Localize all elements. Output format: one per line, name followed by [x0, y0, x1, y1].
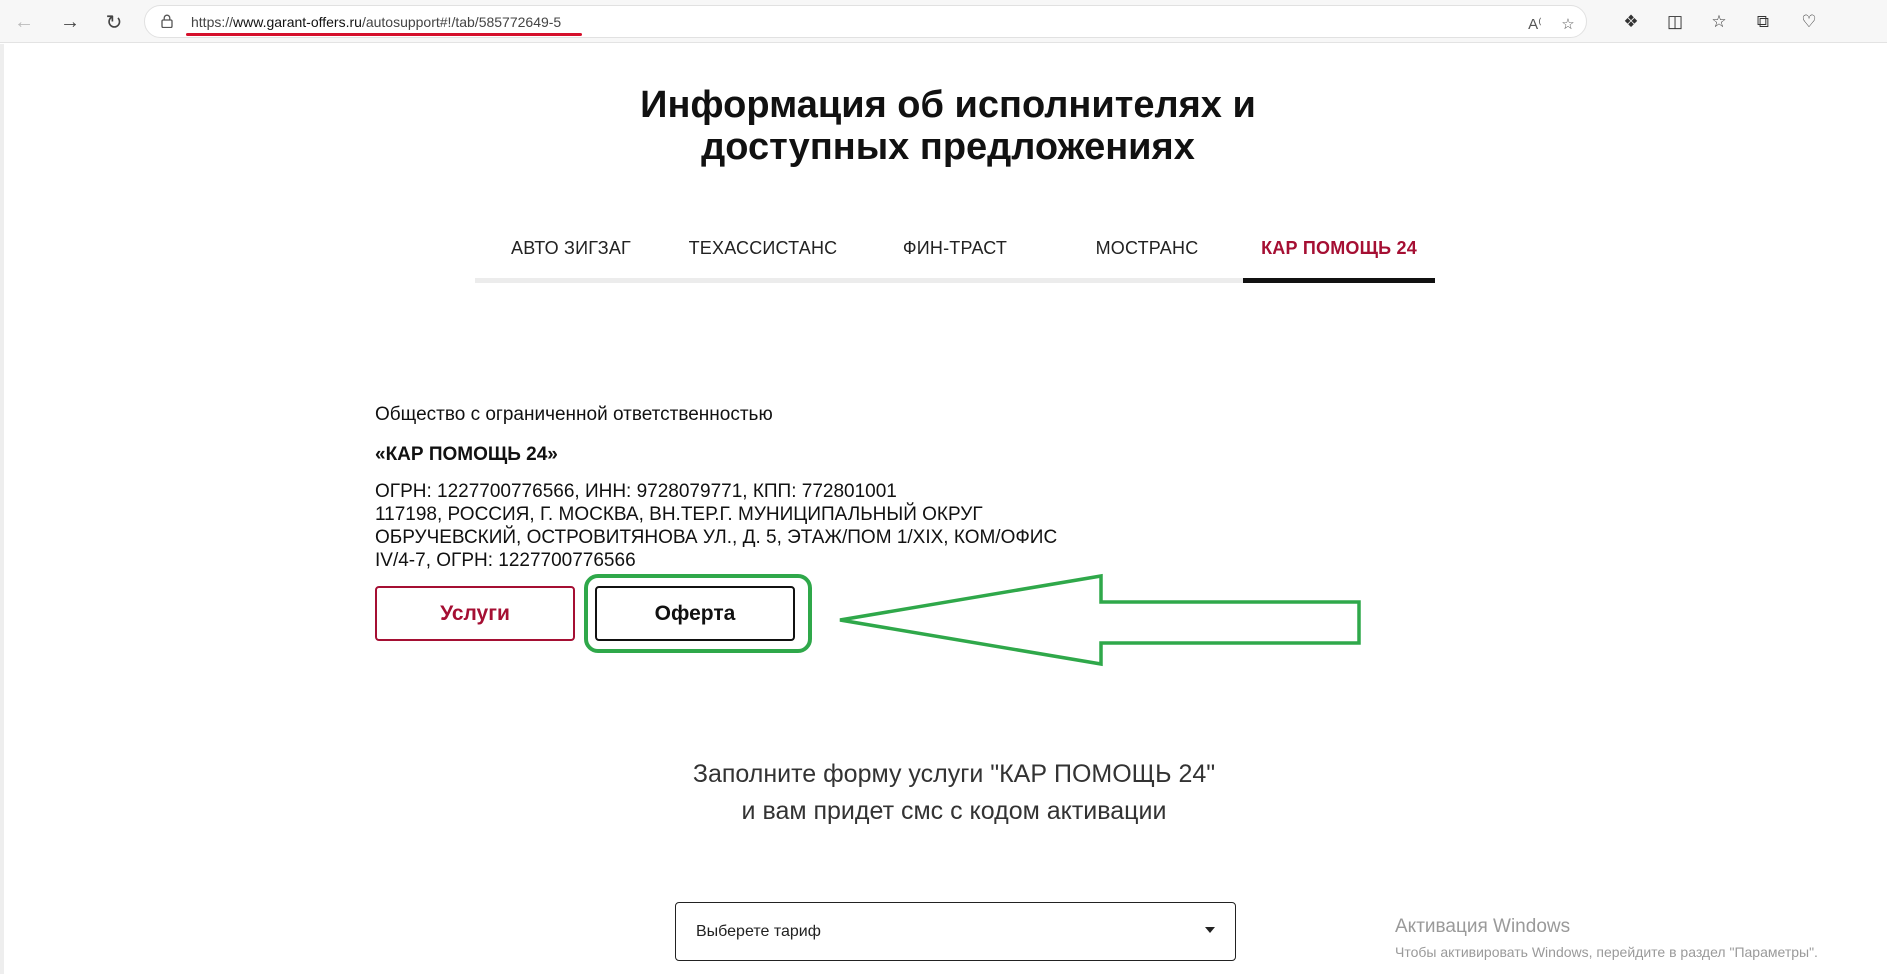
company-legal-form: Общество с ограниченной ответственностью: [375, 404, 773, 425]
page-content: Информация об исполнителях и доступных п…: [0, 44, 1887, 974]
extensions-icon[interactable]: ❖: [1619, 10, 1643, 34]
lock-icon[interactable]: [161, 14, 173, 28]
tab-avto-zigzag[interactable]: АВТО ЗИГЗАГ: [475, 226, 667, 283]
page-title-line2: доступных предложениях: [701, 126, 1195, 168]
tab-kar-pomosch-24[interactable]: КАР ПОМОЩЬ 24: [1243, 226, 1435, 283]
provider-tabs: АВТО ЗИГЗАГ ТЕХАССИСТАНС ФИН-ТРАСТ МОСТР…: [475, 226, 1435, 286]
refresh-icon[interactable]: ↻: [100, 8, 128, 36]
tariff-select[interactable]: Выберете тариф: [675, 902, 1236, 961]
windows-activation-text: Чтобы активировать Windows, перейдите в …: [1395, 944, 1818, 960]
offer-button[interactable]: Оферта: [595, 586, 795, 641]
forward-arrow-icon[interactable]: →: [56, 8, 84, 36]
annotation-arrow: [839, 573, 1361, 667]
tariff-select-value: Выберете тариф: [696, 923, 821, 940]
url-path: /autosupport#!/tab/585772649-5: [361, 14, 562, 30]
collections-icon[interactable]: ⧉: [1751, 10, 1775, 34]
read-aloud-icon[interactable]: A⁽: [1525, 14, 1545, 34]
windows-activation-title: Активация Windows: [1395, 916, 1571, 937]
page-title-line1: Информация об исполнителях и: [640, 84, 1256, 126]
url-host: www.garant-offers.ru: [233, 14, 362, 30]
browser-essentials-icon[interactable]: ♡: [1797, 10, 1821, 34]
url-text[interactable]: https://www.garant-offers.ru/autosupport…: [191, 14, 561, 30]
page-title: Информация об исполнителях и доступных п…: [504, 84, 1392, 168]
services-button[interactable]: Услуги: [375, 586, 575, 641]
windows-activation-watermark: Активация Windows Чтобы активировать Win…: [1395, 916, 1818, 960]
tab-mostrans[interactable]: МОСТРАНС: [1051, 226, 1243, 283]
split-screen-icon[interactable]: ◫: [1663, 10, 1687, 34]
company-requisites-line: 117198, РОССИЯ, Г. МОСКВА, ВН.ТЕР.Г. МУН…: [375, 504, 983, 525]
url-annotation-underline: [186, 33, 582, 36]
company-requisites-line: ОГРН: 1227700776566, ИНН: 9728079771, КП…: [375, 481, 897, 502]
tab-texassistans[interactable]: ТЕХАССИСТАНС: [667, 226, 859, 283]
company-requisites-line: ОБРУЧЕВСКИЙ, ОСТРОВИТЯНОВА УЛ., Д. 5, ЭТ…: [375, 527, 1058, 548]
company-name: «КАР ПОМОЩЬ 24»: [375, 444, 558, 465]
browser-toolbar: ← → ↻ https://www.garant-offers.ru/autos…: [0, 0, 1887, 43]
form-instructions-line2: и вам придет смс с кодом активации: [741, 797, 1167, 825]
tab-fin-trast[interactable]: ФИН-ТРАСТ: [859, 226, 1051, 283]
form-instructions: Заполните форму услуги "КАР ПОМОЩЬ 24" и…: [564, 756, 1344, 830]
back-arrow-icon[interactable]: ←: [10, 8, 38, 36]
favorites-list-icon[interactable]: ☆: [1707, 10, 1731, 34]
chevron-down-icon: [1205, 927, 1215, 933]
favorite-star-icon[interactable]: ☆: [1558, 14, 1578, 34]
form-instructions-line1: Заполните форму услуги "КАР ПОМОЩЬ 24": [692, 760, 1216, 788]
